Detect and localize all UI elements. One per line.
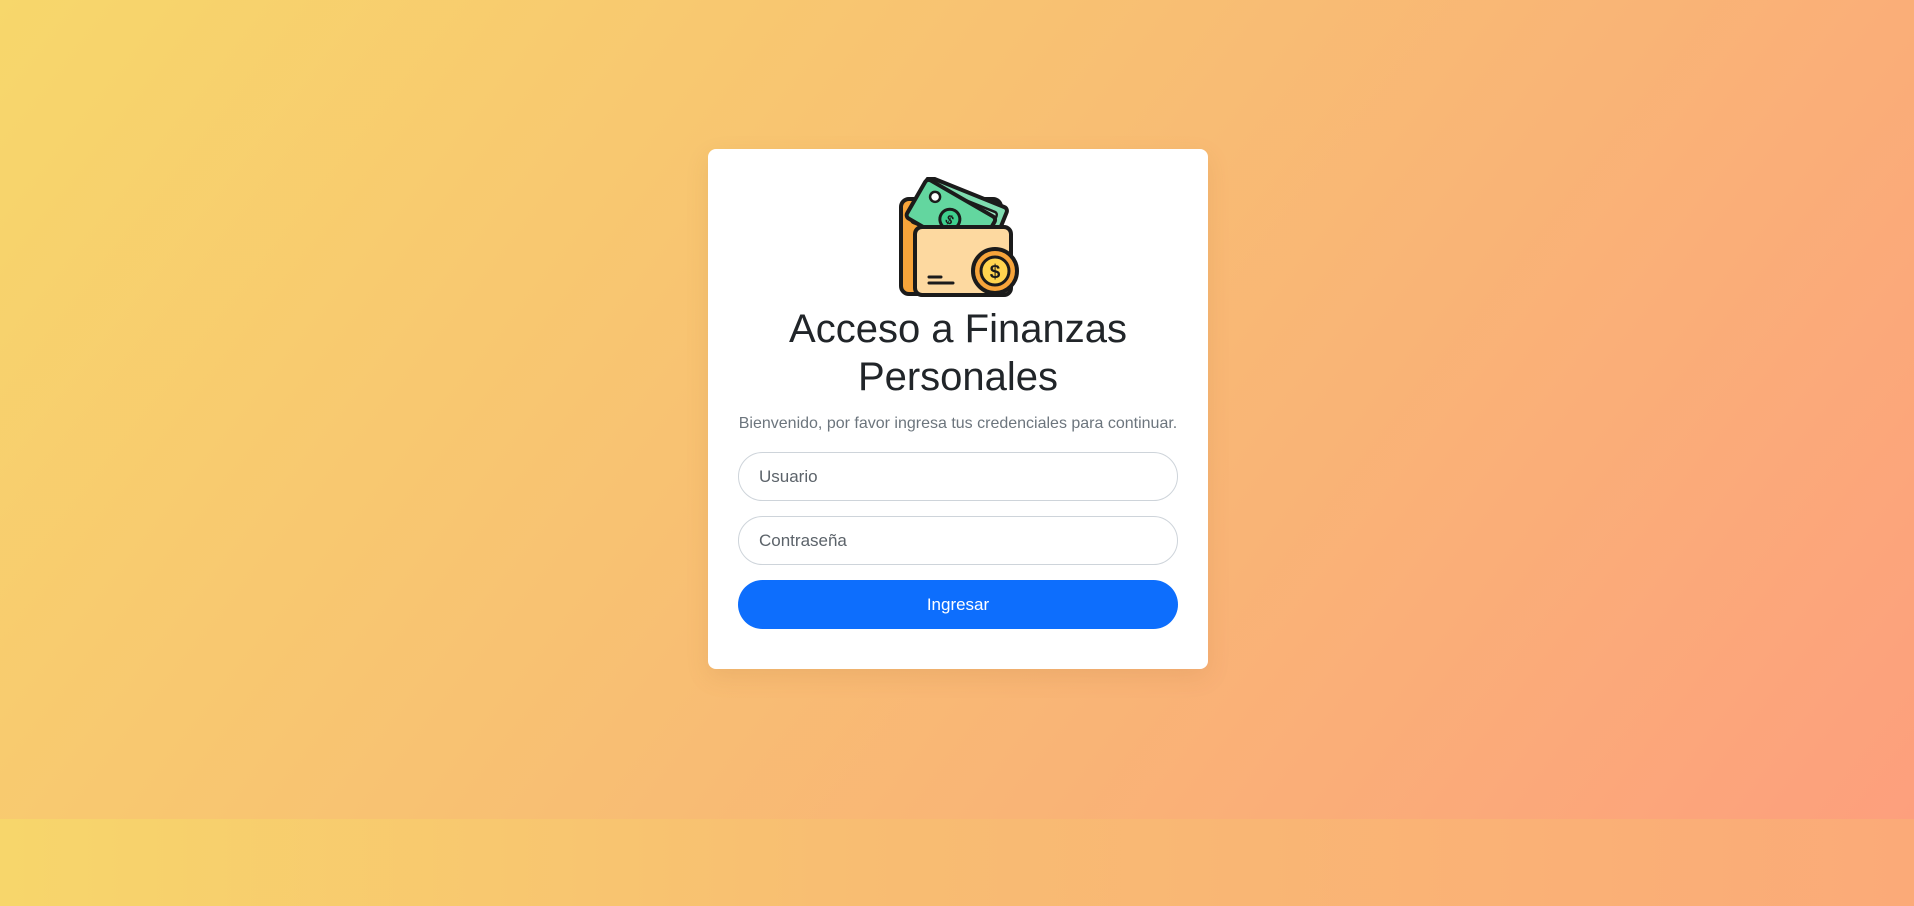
login-card: $ $ Acceso a Finanzas Personales Bienven… <box>708 149 1208 669</box>
wallet-money-icon: $ $ <box>899 177 1019 297</box>
username-input[interactable] <box>738 452 1178 501</box>
page-title: Acceso a Finanzas Personales <box>789 307 1127 399</box>
welcome-message: Bienvenido, por favor ingresa tus creden… <box>738 415 1178 432</box>
password-input[interactable] <box>738 516 1178 565</box>
svg-text:$: $ <box>990 262 1001 283</box>
login-button[interactable]: Ingresar <box>738 580 1178 629</box>
